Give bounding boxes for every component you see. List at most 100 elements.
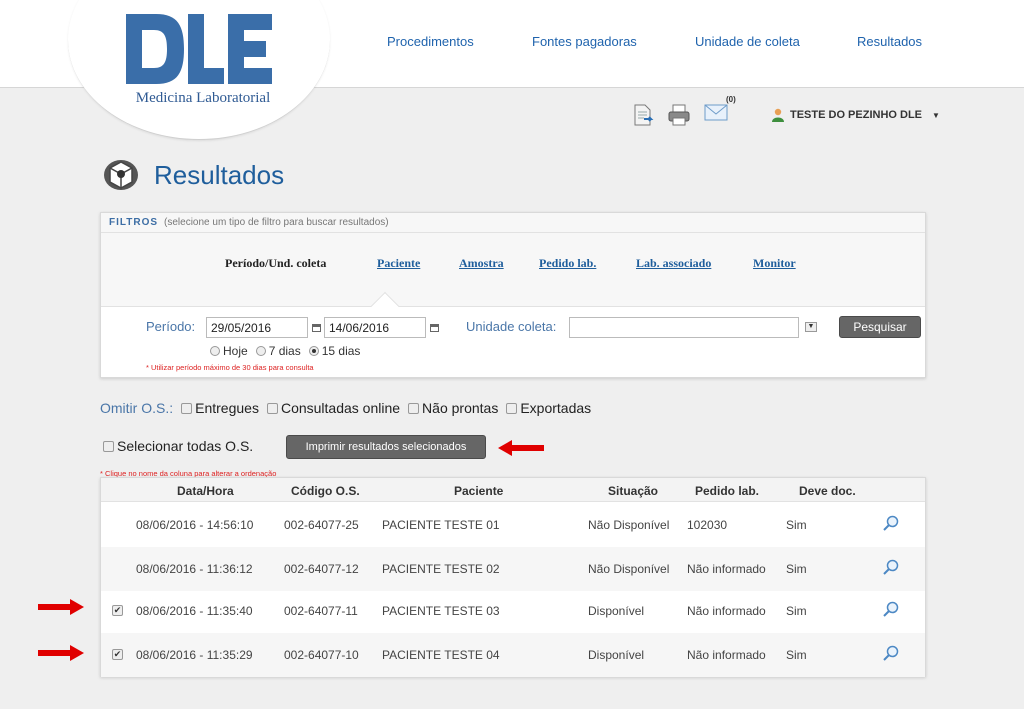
- date-from-input[interactable]: [206, 317, 308, 338]
- cell-code: 002-64077-10: [284, 648, 359, 662]
- table-row[interactable]: 08/06/2016 - 11:36:12 002-64077-12 PACIE…: [101, 547, 925, 591]
- table-header: Data/Hora Código O.S. Paciente Situação …: [101, 478, 925, 502]
- unit-label: Unidade coleta:: [466, 319, 557, 334]
- select-all-checkbox[interactable]: Selecionar todas O.S.: [103, 438, 253, 454]
- checkbox-label: Entregues: [195, 400, 259, 416]
- tab-lab-associado[interactable]: Lab. associado: [636, 256, 711, 271]
- radio-dot: [255, 346, 266, 356]
- cell-order: 102030: [687, 518, 728, 532]
- filter-tabs: Período/Und. coleta Paciente Amostra Ped…: [101, 233, 925, 307]
- omit-options: Omitir O.S.: Entregues Consultadas onlin…: [100, 400, 591, 416]
- cell-datetime: 08/06/2016 - 11:36:12: [136, 562, 253, 576]
- cell-order: Não informado: [687, 562, 766, 576]
- radio-label: Hoje: [223, 344, 248, 358]
- checkbox: [408, 402, 420, 414]
- cell-datetime: 08/06/2016 - 11:35:29: [136, 648, 253, 662]
- omit-exportadas[interactable]: Exportadas: [506, 400, 591, 416]
- radio-7-dias[interactable]: 7 dias: [255, 344, 301, 358]
- tab-monitor[interactable]: Monitor: [753, 256, 796, 271]
- cell-order: Não informado: [687, 604, 766, 618]
- cell-code: 002-64077-11: [284, 604, 358, 618]
- nav-procedimentos[interactable]: Procedimentos: [387, 34, 474, 49]
- nav-fontes-pagadoras[interactable]: Fontes pagadoras: [532, 34, 637, 49]
- cell-datetime: 08/06/2016 - 11:35:40: [136, 604, 253, 618]
- period-label: Período:: [146, 319, 196, 334]
- date-to-input[interactable]: [324, 317, 426, 338]
- calendar-icon[interactable]: [430, 324, 439, 332]
- row-checkbox-checked[interactable]: ✔: [112, 649, 123, 660]
- checkbox-label: Exportadas: [520, 400, 592, 416]
- cell-doc: Sim: [786, 604, 807, 618]
- unit-select[interactable]: [569, 317, 799, 338]
- checkbox: [181, 402, 193, 414]
- column-datetime[interactable]: Data/Hora: [177, 484, 234, 498]
- tab-periodo-und-coleta[interactable]: Período/Und. coleta: [225, 256, 326, 271]
- period-note: * Utilizar período máximo de 30 dias par…: [146, 363, 314, 372]
- radio-dot: [210, 346, 220, 356]
- cell-patient: PACIENTE TESTE 01: [382, 518, 500, 532]
- user-menu[interactable]: TESTE DO PEZINHO DLE ▼: [772, 108, 940, 122]
- cell-datetime: 08/06/2016 - 14:56:10: [136, 518, 254, 532]
- messages-count-badge: (0): [726, 95, 736, 104]
- omit-nao-prontas[interactable]: Não prontas: [408, 400, 498, 416]
- filters-hint: (selecione um tipo de filtro para buscar…: [164, 217, 389, 228]
- omit-consultadas-online[interactable]: Consultadas online: [266, 400, 401, 416]
- page-title: Resultados: [102, 158, 284, 192]
- calendar-icon[interactable]: [312, 324, 321, 332]
- tab-pedido-lab[interactable]: Pedido lab.: [539, 256, 596, 271]
- column-code[interactable]: Código O.S.: [291, 484, 360, 498]
- filters-header: FILTROS (selecione um tipo de filtro para…: [101, 213, 925, 233]
- print-selected-button[interactable]: Imprimir resultados selecionados: [286, 435, 486, 459]
- nav-unidade-de-coleta[interactable]: Unidade de coleta: [695, 34, 800, 49]
- quick-range-radios: Hoje 7 dias 15 dias: [210, 344, 360, 358]
- magnifier-icon[interactable]: [883, 559, 899, 575]
- checkbox: [266, 402, 278, 414]
- cell-doc: Sim: [786, 648, 807, 662]
- cell-status: Não Disponível: [588, 518, 670, 532]
- magnifier-icon[interactable]: [883, 645, 899, 661]
- cell-status: Disponível: [588, 604, 645, 618]
- row-checkbox-checked[interactable]: ✔: [112, 605, 123, 616]
- radio-hoje[interactable]: Hoje: [210, 344, 248, 358]
- checkbox: [103, 440, 114, 452]
- radio-label: 7 dias: [268, 344, 301, 358]
- page-title-text: Resultados: [154, 159, 285, 190]
- tab-paciente[interactable]: Paciente: [377, 256, 420, 271]
- user-name: TESTE DO PEZINHO DLE: [790, 109, 923, 121]
- cell-patient: PACIENTE TESTE 04: [382, 648, 500, 662]
- cell-code: 002-64077-12: [284, 562, 359, 576]
- cell-doc: Sim: [786, 562, 807, 576]
- printer-icon[interactable]: [667, 104, 691, 126]
- magnifier-icon[interactable]: [883, 515, 899, 531]
- dle-logo[interactable]: [126, 14, 272, 84]
- radio-15-dias[interactable]: 15 dias: [308, 344, 361, 358]
- omit-label: Omitir O.S.:: [100, 400, 174, 416]
- checkbox-label: Consultadas online: [280, 400, 401, 416]
- cell-patient: PACIENTE TESTE 03: [382, 604, 500, 618]
- red-arrow-icon: [38, 645, 84, 661]
- logo-subtitle: Medicina Laboratorial: [135, 90, 271, 106]
- user-icon: [772, 108, 784, 122]
- envelope-icon[interactable]: [704, 104, 728, 122]
- cell-doc: Sim: [786, 518, 807, 532]
- table-row[interactable]: ✔ 08/06/2016 - 11:35:29 002-64077-10 PAC…: [101, 633, 925, 677]
- column-status[interactable]: Situação: [608, 484, 658, 498]
- nav-resultados[interactable]: Resultados: [857, 34, 922, 49]
- magnifier-icon[interactable]: [883, 601, 899, 617]
- tab-amostra[interactable]: Amostra: [459, 256, 504, 271]
- cell-code: 002-64077-25: [284, 518, 359, 532]
- results-logo-icon: [104, 160, 138, 190]
- omit-entregues[interactable]: Entregues: [181, 400, 259, 416]
- radio-label: 15 dias: [321, 344, 361, 358]
- column-patient[interactable]: Paciente: [454, 484, 503, 498]
- column-doc[interactable]: Deve doc.: [799, 484, 856, 498]
- filters-heading: FILTROS: [109, 217, 159, 228]
- table-row[interactable]: ✔ 08/06/2016 - 11:35:40 002-64077-11 PAC…: [101, 589, 925, 633]
- document-export-icon[interactable]: [632, 104, 654, 126]
- search-button[interactable]: Pesquisar: [839, 316, 921, 338]
- select-arrow-icon[interactable]: ▼: [805, 322, 817, 332]
- table-row[interactable]: 08/06/2016 - 14:56:10 002-64077-25 PACIE…: [101, 503, 925, 547]
- select-all-label: Selecionar todas O.S.: [117, 438, 254, 454]
- cell-order: Não informado: [687, 648, 766, 662]
- column-order[interactable]: Pedido lab.: [695, 484, 759, 498]
